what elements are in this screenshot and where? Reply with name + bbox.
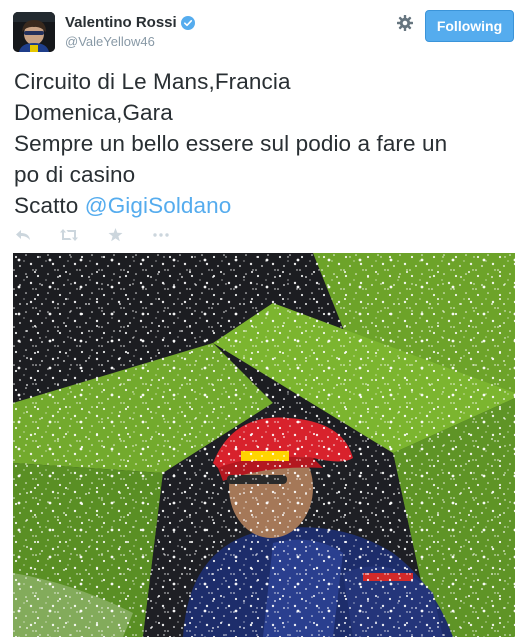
user-name-text[interactable]: Valentino Rossi (65, 14, 177, 31)
tweet-text: Circuito di Le Mans,Francia Domenica,Gar… (14, 66, 519, 221)
more-icon[interactable] (152, 226, 170, 244)
tweet-line-5: Scatto @GigiSoldano (14, 190, 519, 221)
user-handle[interactable]: @ValeYellow46 (65, 34, 155, 49)
avatar[interactable] (13, 12, 55, 52)
star-icon[interactable] (106, 226, 124, 244)
following-button[interactable]: Following (425, 10, 514, 42)
mention-link[interactable]: @GigiSoldano (85, 193, 232, 218)
tweet-actions (14, 226, 198, 244)
verified-badge-icon (180, 15, 195, 30)
tweet-line-5-prefix: Scatto (14, 193, 85, 218)
tweet-line-1: Circuito di Le Mans,Francia (14, 69, 291, 94)
user-name[interactable]: Valentino Rossi (65, 14, 195, 31)
tweet-photo[interactable] (13, 253, 515, 637)
tweet-line-2: Domenica,Gara (14, 100, 173, 125)
gear-icon[interactable] (396, 14, 414, 32)
tweet-line-3: Sempre un bello essere sul podio a fare … (14, 131, 448, 156)
retweet-icon[interactable] (60, 226, 78, 244)
tweet-line-4: po di casino (14, 162, 136, 187)
reply-icon[interactable] (14, 226, 32, 244)
